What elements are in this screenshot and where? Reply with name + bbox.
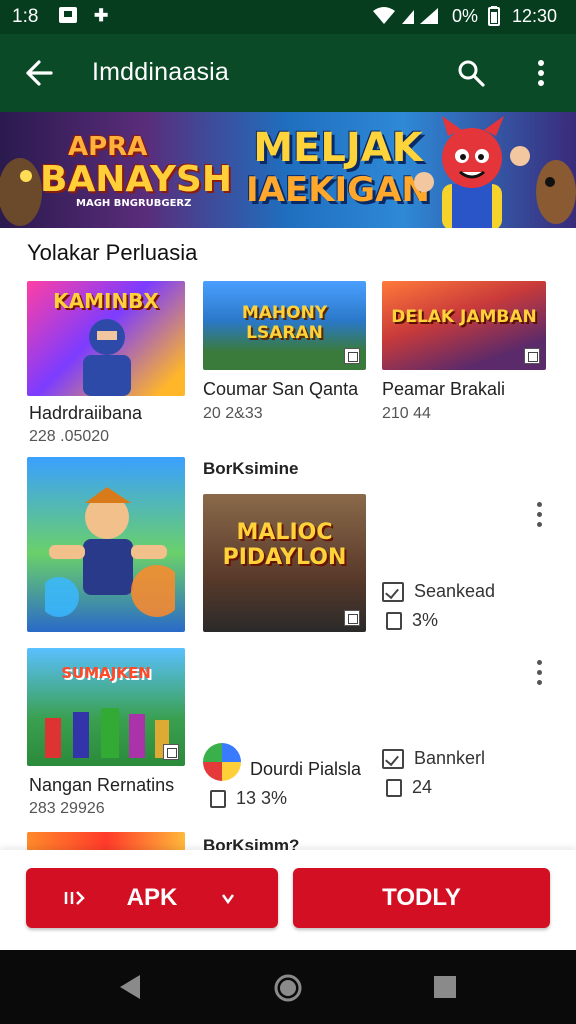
game-meta: 210 44	[382, 405, 431, 422]
overflow-menu-button[interactable]	[520, 52, 562, 94]
promo-banner[interactable]: APRA BANAYSH MAGH BNGRUBGERZ MELJAK IAEK…	[0, 112, 576, 228]
signal-icon	[400, 6, 442, 31]
developer-stat: 13 3%	[210, 788, 287, 809]
avatar[interactable]	[203, 743, 241, 781]
more-options-button[interactable]	[529, 499, 549, 529]
more-vert-icon	[538, 60, 544, 86]
nav-recents-icon[interactable]	[433, 975, 457, 999]
status-bar: 1:8 ✚ 0% 12:30	[0, 0, 576, 34]
game-title[interactable]: Coumar San Qanta	[203, 379, 358, 400]
file-icon	[386, 778, 402, 797]
game-meta: 283 29926	[29, 800, 105, 817]
list-heading: BorKsimine	[203, 459, 299, 478]
battery-text: 0%	[452, 6, 479, 26]
game-meta: 20 2&33	[203, 405, 263, 422]
game-thumbnail[interactable]: MALIOC PIDAYLON	[203, 494, 366, 632]
action-bar: APK TODLY	[0, 850, 576, 950]
nav-home-icon[interactable]	[274, 974, 302, 1002]
checkbox-icon	[382, 581, 404, 602]
banner-creature-right	[536, 160, 576, 224]
game-title[interactable]: Nangan Rernatins	[29, 775, 174, 796]
search-icon	[458, 60, 485, 87]
game-title[interactable]: Peamar Brakali	[382, 379, 505, 400]
primary-action-button[interactable]: TODLY	[293, 868, 550, 928]
download-icon	[64, 891, 85, 905]
game-thumbnail[interactable]: KAMINBX	[27, 281, 185, 396]
search-button[interactable]	[450, 52, 492, 94]
banner-mascot	[414, 116, 530, 228]
battery-icon	[488, 6, 500, 31]
chevron-down-icon	[222, 894, 234, 904]
file-icon	[210, 789, 226, 808]
notification-icon	[58, 6, 78, 29]
checkbox-icon	[382, 748, 404, 769]
game-meta: 228 .05020	[29, 428, 110, 445]
game-thumbnail[interactable]	[27, 832, 185, 852]
game-thumbnail[interactable]: DELAK JAMBAN	[382, 281, 546, 370]
banner-main-logo: MELJAK IAEKIGAN	[246, 125, 430, 210]
more-options-button[interactable]	[529, 657, 549, 687]
apk-download-button[interactable]: APK	[26, 868, 278, 928]
back-button[interactable]	[18, 52, 60, 94]
plus-icon: ✚	[94, 6, 109, 25]
saved-status: Bannkerl	[382, 748, 485, 769]
saved-status: Seankead	[382, 581, 495, 602]
system-nav-bar	[0, 950, 576, 1024]
clock: 12:30	[512, 6, 558, 26]
install-stat: 24	[386, 777, 432, 798]
game-thumbnail[interactable]: MAHONY LSARAN	[203, 281, 366, 370]
app-title: Imddinaasia	[92, 58, 230, 86]
banner-left-logo: APRA BANAYSH MAGH BNGRUBGERZ	[40, 132, 232, 209]
nav-back-icon[interactable]	[118, 974, 142, 1000]
developer-name[interactable]: Dourdi Pialsla	[250, 759, 361, 780]
game-title[interactable]: Hadrdraiibana	[29, 403, 142, 424]
game-thumbnail[interactable]: SUMAJKEN	[27, 648, 185, 766]
apk-label: APK	[126, 884, 178, 911]
game-thumbnail[interactable]	[27, 457, 185, 632]
app-bar: Imddinaasia	[0, 34, 576, 112]
file-icon	[386, 611, 402, 630]
status-time: 1:8	[12, 6, 39, 27]
back-arrow-icon	[26, 60, 53, 86]
install-stat: 3%	[386, 610, 438, 631]
wifi-icon	[372, 6, 396, 31]
section-title: Yolakar Perluasia	[27, 240, 198, 265]
